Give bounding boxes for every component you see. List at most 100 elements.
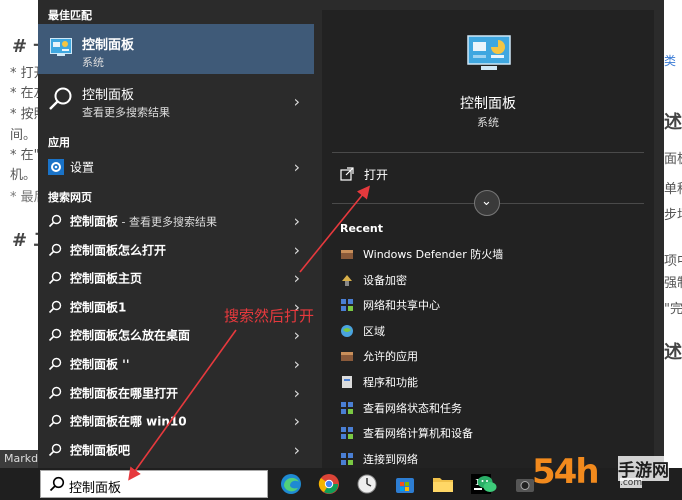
- best-match-control-panel[interactable]: 控制面板 系统: [38, 24, 314, 74]
- store-icon[interactable]: [394, 473, 416, 495]
- chevron-right-icon[interactable]: ›: [294, 440, 300, 459]
- open-label: 打开: [364, 168, 389, 182]
- web-search-label: 控制面板怎么打开: [70, 241, 166, 258]
- recent-item-label: Windows Defender 防火墙: [363, 248, 504, 261]
- web-search-query: 控制面板怎么打开: [70, 243, 167, 258]
- bg-fragment: 项中: [664, 254, 682, 269]
- recent-item[interactable]: 允许的应用: [340, 345, 640, 365]
- chevron-right-icon[interactable]: ›: [294, 412, 300, 431]
- search-icon: [48, 86, 74, 116]
- best-match-title: 控制面板: [82, 38, 135, 53]
- edge-icon[interactable]: [280, 473, 302, 495]
- web-search-query: 控制面板在哪 win10: [70, 414, 187, 429]
- control-panel-icon: [50, 38, 72, 60]
- search-icon: [48, 242, 64, 258]
- recent-item[interactable]: 查看网络计算机和设备: [340, 422, 640, 442]
- region-icon: [340, 323, 354, 337]
- bg-fragment: 强制: [664, 276, 682, 291]
- bg-line: 机。: [10, 168, 37, 183]
- chevron-right-icon[interactable]: ›: [294, 158, 300, 177]
- watermark-url: .com: [620, 478, 643, 488]
- search-suggestion-subtitle: 查看更多搜索结果: [82, 106, 170, 119]
- folder-icon[interactable]: [432, 473, 454, 495]
- bg-fragment: 步场: [664, 208, 682, 223]
- site-watermark-logo: 54h 手游网 .com: [532, 452, 682, 500]
- recent-item[interactable]: 网络和共享中心: [340, 294, 640, 314]
- wechat-icon[interactable]: [476, 473, 498, 495]
- recent-item[interactable]: Windows Defender 防火墙: [340, 243, 640, 263]
- chevron-right-icon[interactable]: ›: [294, 355, 300, 374]
- start-menu: 最佳匹配 控制面板 系统 控制面板 查看更多搜索结果 › 应用 设置 › 搜索网…: [38, 0, 664, 468]
- web-search-label: 控制面板吧: [70, 441, 130, 458]
- search-input[interactable]: 控制面板: [69, 477, 121, 496]
- web-search-item[interactable]: 控制面板怎么放在桌面 ›: [38, 322, 314, 348]
- web-search-item[interactable]: 控制面板在哪里打开 ›: [38, 380, 314, 406]
- network-computers-icon: [340, 425, 354, 440]
- app-item-label: 设置: [70, 160, 95, 175]
- recent-item[interactable]: 查看网络状态和任务: [340, 397, 640, 417]
- web-search-suffix: - 查看更多搜索结果: [118, 215, 217, 229]
- search-suggestion-title: 控制面板: [82, 88, 135, 103]
- web-search-label: 控制面板 - 查看更多搜索结果: [70, 213, 217, 230]
- chevron-right-icon[interactable]: ›: [294, 240, 300, 259]
- web-search-item[interactable]: 控制面板吧 ›: [38, 437, 314, 463]
- web-search-query: 控制面板1: [70, 300, 127, 315]
- chevron-right-icon[interactable]: ›: [294, 383, 300, 402]
- chevron-down-icon: ⌄: [481, 194, 492, 209]
- web-search-query: 控制面板怎么放在桌面: [70, 328, 191, 343]
- divider: [332, 152, 644, 153]
- web-search-label: 控制面板1: [70, 298, 126, 315]
- web-search-item[interactable]: 控制面板 - 查看更多搜索结果 ›: [38, 208, 314, 234]
- detail-title: 控制面板: [460, 96, 516, 112]
- programs-icon: [340, 374, 354, 388]
- recent-item-label: 区域: [363, 324, 385, 338]
- search-icon: [48, 213, 64, 229]
- recent-item-label: 网络和共享中心: [363, 299, 440, 313]
- app-item-settings[interactable]: 设置 ›: [38, 154, 314, 180]
- best-match-heading: 最佳匹配: [48, 9, 92, 22]
- web-search-item[interactable]: 控制面板主页 ›: [38, 265, 314, 291]
- search-suggestion[interactable]: 控制面板 查看更多搜索结果 ›: [38, 78, 314, 122]
- web-search-item[interactable]: 控制面板 '' ›: [38, 351, 314, 377]
- recent-item-label: 查看网络计算机和设备: [363, 427, 473, 441]
- search-icon: [48, 356, 64, 372]
- web-search-label: 控制面板 '': [70, 356, 130, 373]
- connect-network-icon: [340, 451, 354, 465]
- recent-item-label: 程序和功能: [363, 376, 418, 389]
- web-search-query: 控制面板吧: [70, 443, 131, 458]
- web-search-item[interactable]: 控制面板怎么打开 ›: [38, 237, 314, 263]
- web-search-label: 控制面板在哪 win10: [70, 413, 187, 430]
- search-icon: [48, 442, 64, 458]
- web-search-item[interactable]: 控制面板在哪 win10 ›: [38, 408, 314, 434]
- network-status-icon: [340, 400, 354, 414]
- bg-fragment: 述: [664, 112, 682, 133]
- recent-item[interactable]: 设备加密: [340, 269, 640, 289]
- search-icon: [48, 385, 64, 401]
- expand-button[interactable]: ⌄: [474, 190, 500, 216]
- bg-link[interactable]: 类: [664, 52, 676, 69]
- recent-item-label: 连接到网络: [363, 452, 418, 466]
- chevron-right-icon[interactable]: ›: [294, 326, 300, 345]
- clock-app-icon[interactable]: [356, 473, 378, 495]
- chevron-right-icon[interactable]: ›: [294, 212, 300, 231]
- search-icon: [48, 299, 64, 315]
- detail-pane: 控制面板 系统 打开 ⌄ Recent Windows Defender 防火墙…: [322, 10, 654, 468]
- web-search-heading: 搜索网页: [48, 191, 92, 204]
- annotation-note: 搜索然后打开: [224, 307, 315, 325]
- recent-item[interactable]: 区域: [340, 320, 640, 340]
- bg-fragment: 述: [664, 342, 682, 363]
- chrome-icon[interactable]: [318, 473, 340, 495]
- recent-item-label: 设备加密: [363, 273, 407, 287]
- gear-icon: [48, 159, 64, 175]
- open-button[interactable]: 打开: [332, 162, 644, 186]
- recent-item-label: 查看网络状态和任务: [363, 401, 462, 415]
- allowed-apps-icon: [340, 348, 354, 362]
- bg-fragment: 面板": [664, 152, 682, 167]
- chevron-right-icon[interactable]: ›: [294, 269, 300, 288]
- web-search-label: 控制面板在哪里打开: [70, 384, 178, 401]
- web-search-label: 控制面板怎么放在桌面: [70, 327, 190, 344]
- taskbar-search-box[interactable]: 控制面板: [40, 470, 268, 498]
- bg-line: 间。: [10, 128, 37, 143]
- chevron-right-icon[interactable]: ›: [294, 92, 300, 111]
- recent-item[interactable]: 程序和功能: [340, 371, 640, 391]
